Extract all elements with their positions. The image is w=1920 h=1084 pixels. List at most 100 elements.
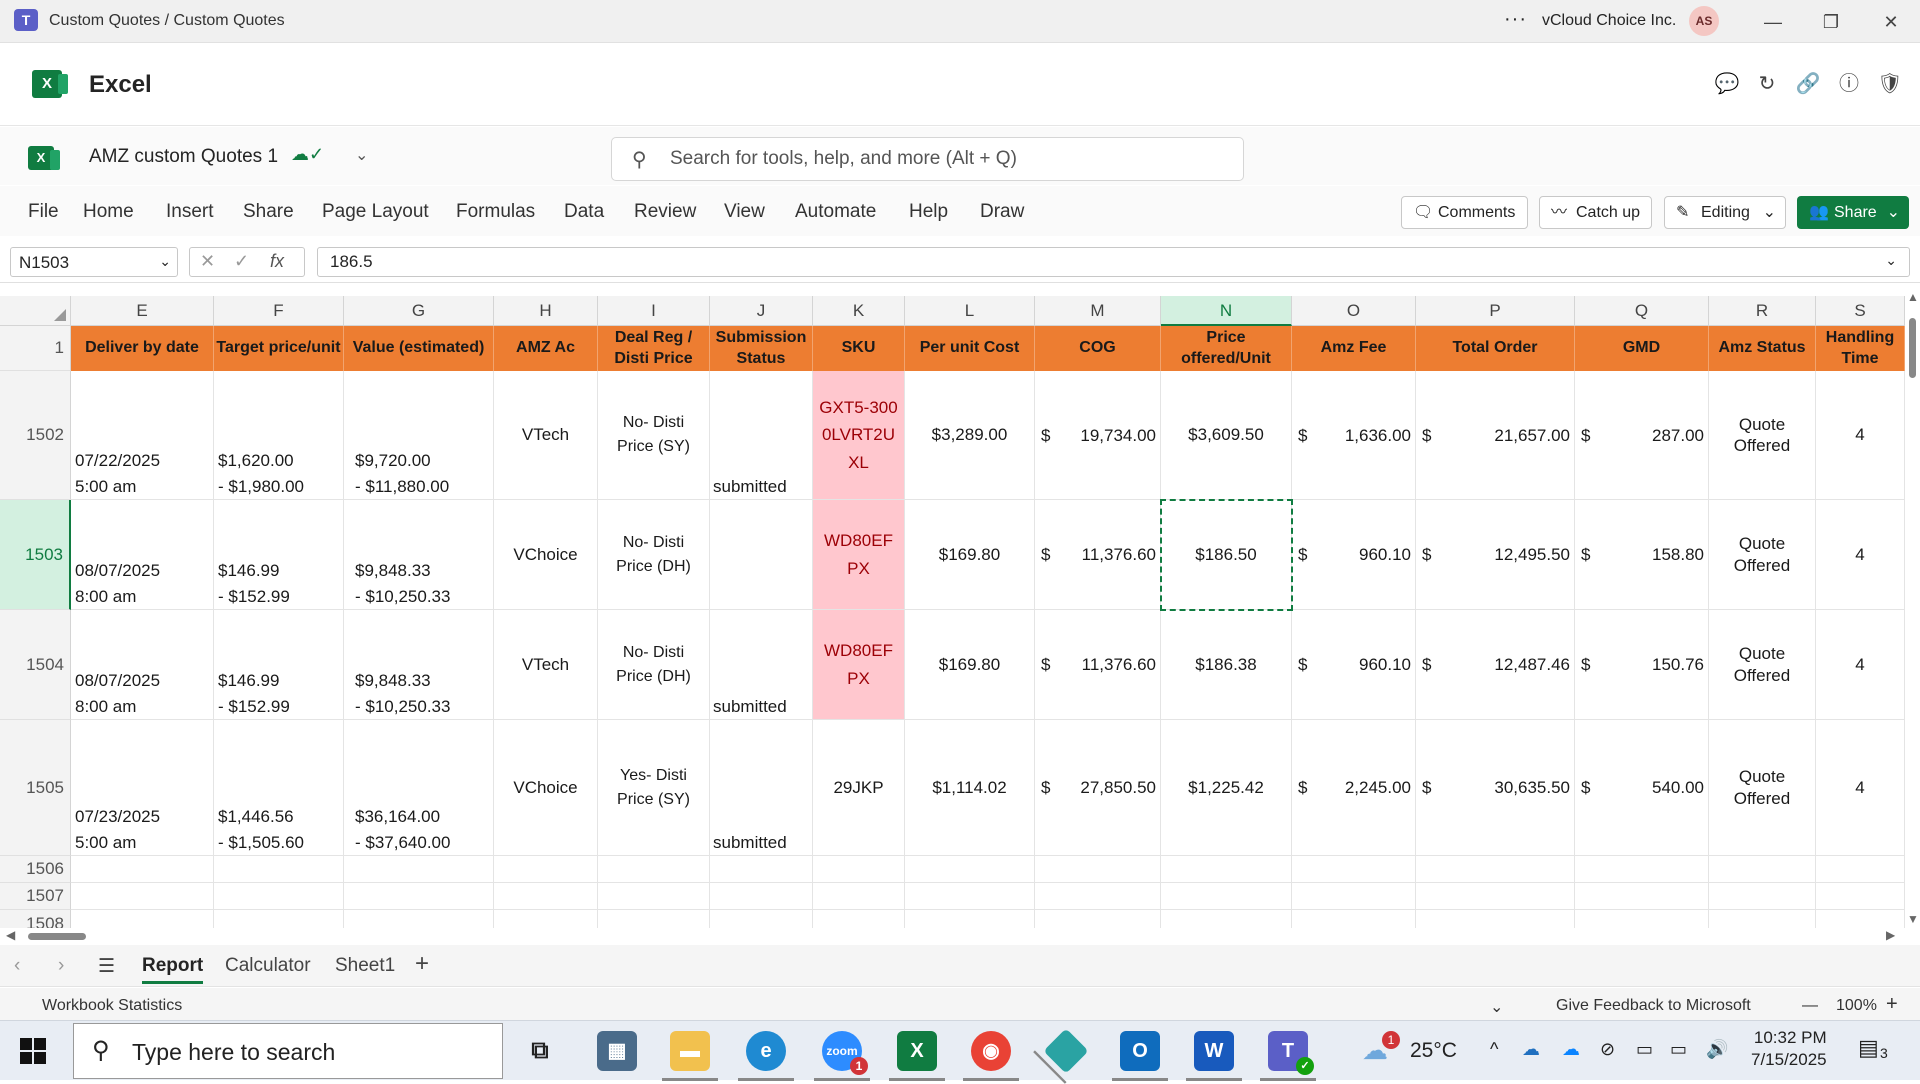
row-header-1505[interactable]: 1505: [0, 720, 71, 856]
empty-cell[interactable]: [1575, 856, 1709, 883]
cell-handling-time[interactable]: 4: [1816, 500, 1905, 610]
row-header-1507[interactable]: 1507: [0, 883, 71, 910]
empty-cell[interactable]: [905, 883, 1035, 910]
name-box[interactable]: N1503 ⌄: [10, 247, 178, 277]
cell-target-price[interactable]: $1,446.56 - $1,505.60: [214, 720, 344, 856]
cell-target-price[interactable]: $146.99 - $152.99: [214, 500, 344, 610]
header-cell-p[interactable]: Total Order: [1416, 326, 1575, 371]
column-header-g[interactable]: G: [344, 296, 494, 326]
cell-amz-fee[interactable]: $1,636.00: [1292, 371, 1416, 500]
cell-deliver-date[interactable]: 07/23/2025 5:00 am: [71, 720, 214, 856]
header-cell-s[interactable]: Handling Time: [1816, 326, 1905, 371]
column-header-k[interactable]: K: [813, 296, 905, 326]
empty-cell[interactable]: [1416, 910, 1575, 928]
header-cell-i[interactable]: Deal Reg / Disti Price: [598, 326, 710, 371]
cell-deliver-date[interactable]: 08/07/2025 8:00 am: [71, 610, 214, 720]
empty-cell[interactable]: [344, 883, 494, 910]
formula-input[interactable]: 186.5 ⌄: [317, 247, 1910, 277]
cell-deal-reg[interactable]: Yes- Disti Price (SY): [598, 720, 710, 856]
shield-icon[interactable]: 🛡: [1876, 70, 1904, 98]
vertical-scrollbar[interactable]: ▲ ▼: [1905, 290, 1920, 928]
edge-icon[interactable]: e: [738, 1031, 794, 1081]
cell-price-offered[interactable]: $186.38: [1161, 610, 1292, 720]
cell-target-price[interactable]: $146.99 - $152.99: [214, 610, 344, 720]
header-cell-e[interactable]: Deliver by date: [71, 326, 214, 371]
cell-gmd[interactable]: $150.76: [1575, 610, 1709, 720]
chat-icon[interactable]: 💬: [1713, 70, 1741, 98]
organization-name[interactable]: vCloud Choice Inc.: [1542, 12, 1676, 30]
restore-icon[interactable]: ❐: [1808, 8, 1854, 36]
empty-cell[interactable]: [71, 910, 214, 928]
cell-sku[interactable]: GXT5-3000LVRT2UXL: [813, 371, 905, 500]
empty-cell[interactable]: [214, 856, 344, 883]
empty-cell[interactable]: [1035, 883, 1161, 910]
onedrive-personal-icon[interactable]: ☁: [1562, 1039, 1580, 1060]
confirm-icon[interactable]: ✓: [234, 251, 249, 272]
row-header-1[interactable]: 1: [0, 326, 71, 371]
scroll-right-icon[interactable]: ▶: [1886, 928, 1895, 942]
cell-cog[interactable]: $11,376.60: [1035, 610, 1161, 720]
zoom-level[interactable]: 100%: [1836, 997, 1877, 1015]
empty-cell[interactable]: [598, 883, 710, 910]
empty-cell[interactable]: [214, 883, 344, 910]
spreadsheet-grid[interactable]: E F G H I J K L M N O P Q R S 1 Deliver by date Target pr…: [0, 290, 1905, 928]
tab-file[interactable]: File: [28, 201, 59, 223]
chevron-down-icon[interactable]: ⌄: [1490, 997, 1503, 1017]
row-header-1504[interactable]: 1504: [0, 610, 71, 720]
column-header-f[interactable]: F: [214, 296, 344, 326]
column-header-p[interactable]: P: [1416, 296, 1575, 326]
empty-cell[interactable]: [1816, 910, 1905, 928]
cell-total-order[interactable]: $12,495.50: [1416, 500, 1575, 610]
prev-sheet-icon[interactable]: ‹: [14, 955, 20, 977]
taskbar-search-input[interactable]: [132, 1038, 492, 1066]
row-header-1503[interactable]: 1503: [0, 500, 71, 610]
column-header-h[interactable]: H: [494, 296, 598, 326]
select-all-corner[interactable]: [0, 296, 71, 326]
feedback-link[interactable]: Give Feedback to Microsoft: [1556, 997, 1751, 1015]
empty-cell[interactable]: [1161, 856, 1292, 883]
saved-cloud-icon[interactable]: ☁✓: [291, 144, 324, 165]
empty-cell[interactable]: [598, 910, 710, 928]
tab-data[interactable]: Data: [564, 201, 604, 223]
empty-cell[interactable]: [1035, 910, 1161, 928]
outlook-icon[interactable]: O: [1112, 1031, 1168, 1081]
teams-icon[interactable]: T ✓: [1260, 1031, 1316, 1081]
zoom-in-icon[interactable]: +: [1886, 993, 1898, 1016]
cell-value-estimated[interactable]: $9,848.33 - $10,250.33: [344, 500, 494, 610]
speaker-icon[interactable]: 🔊: [1706, 1039, 1728, 1060]
cell-amz-fee[interactable]: $2,245.00: [1292, 720, 1416, 856]
empty-cell[interactable]: [813, 856, 905, 883]
weather-cloud-icon[interactable]: ☁ 1: [1362, 1031, 1400, 1066]
empty-cell[interactable]: [710, 883, 813, 910]
chevron-up-icon[interactable]: ^: [1490, 1039, 1498, 1060]
empty-cell[interactable]: [1709, 856, 1816, 883]
column-header-q[interactable]: Q: [1575, 296, 1709, 326]
cell-deal-reg[interactable]: No- Disti Price (SY): [598, 371, 710, 500]
empty-cell[interactable]: [1575, 910, 1709, 928]
empty-cell[interactable]: [598, 856, 710, 883]
cell-per-unit-cost[interactable]: $3,289.00: [905, 371, 1035, 500]
empty-cell[interactable]: [710, 856, 813, 883]
header-cell-k[interactable]: SKU: [813, 326, 905, 371]
catch-up-button[interactable]: 〰 Catch up: [1539, 196, 1652, 229]
calculator-icon[interactable]: ▦: [597, 1031, 637, 1071]
tab-page-layout[interactable]: Page Layout: [322, 201, 429, 223]
empty-cell[interactable]: [344, 910, 494, 928]
cell-handling-time[interactable]: 4: [1816, 720, 1905, 856]
chevron-down-icon[interactable]: ⌄: [159, 253, 171, 270]
cell-total-order[interactable]: $21,657.00: [1416, 371, 1575, 500]
column-header-o[interactable]: O: [1292, 296, 1416, 326]
column-header-i[interactable]: I: [598, 296, 710, 326]
word-icon[interactable]: W: [1186, 1031, 1242, 1081]
empty-cell[interactable]: [905, 856, 1035, 883]
empty-cell[interactable]: [710, 910, 813, 928]
cell-deal-reg[interactable]: No- Disti Price (DH): [598, 610, 710, 720]
scroll-up-icon[interactable]: ▲: [1907, 290, 1919, 304]
cell-price-offered[interactable]: $1,225.42: [1161, 720, 1292, 856]
header-cell-g[interactable]: Value (estimated): [344, 326, 494, 371]
empty-cell[interactable]: [344, 856, 494, 883]
horizontal-scroll-thumb[interactable]: [28, 933, 86, 940]
empty-cell[interactable]: [494, 910, 598, 928]
document-name[interactable]: AMZ custom Quotes 1: [89, 146, 278, 168]
scroll-left-icon[interactable]: ◀: [6, 928, 15, 942]
